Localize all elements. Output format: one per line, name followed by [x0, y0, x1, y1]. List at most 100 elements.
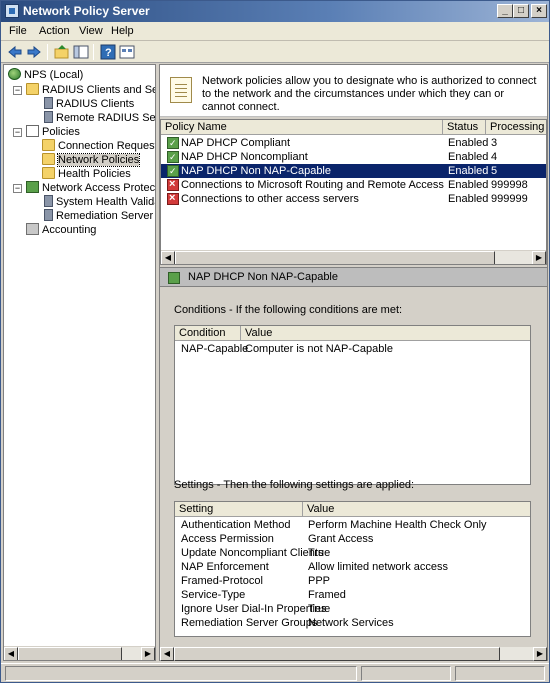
policy-row[interactable]: Connections to Microsoft Routing and Rem… — [161, 177, 546, 192]
setting-value: True — [308, 603, 331, 615]
grant-policy-icon — [167, 136, 179, 150]
column-header-value[interactable]: Value — [241, 326, 530, 341]
tree-item-label: NPS (Local) — [24, 69, 84, 81]
tree-item-radius-clients[interactable]: RADIUS Clients — [42, 97, 134, 111]
collapse-icon[interactable]: − — [13, 86, 22, 95]
menu-file[interactable]: File — [9, 25, 27, 37]
description-text: Network policies allow you to designate … — [202, 75, 537, 113]
status-panel — [361, 666, 451, 681]
tree-item-label: RADIUS Clients — [56, 98, 135, 110]
tree-item-label: RADIUS Clients and Servers — [42, 84, 155, 96]
policy-order: 3 — [491, 137, 498, 149]
show-hide-tree-icon[interactable] — [73, 44, 89, 60]
tree-item-label: System Health Validators — [56, 196, 155, 208]
tree-item-label: Remote RADIUS Server Groups — [56, 112, 156, 124]
tree-item-policies[interactable]: Policies — [26, 125, 80, 139]
server-icon — [44, 111, 53, 123]
policy-row-selected[interactable]: NAP DHCP Non NAP-Capable Enabled 5 — [161, 164, 546, 178]
policy-order: 999998 — [491, 179, 528, 191]
up-folder-icon[interactable] — [54, 44, 70, 60]
collapse-icon[interactable]: − — [13, 128, 22, 137]
tree-item-radius-clients-servers[interactable]: RADIUS Clients and Servers — [26, 83, 155, 97]
setting-name: NAP Enforcement — [181, 561, 269, 573]
policy-status: Enabled — [448, 151, 489, 163]
menu-view[interactable]: View — [79, 25, 103, 37]
deny-policy-icon — [167, 177, 179, 191]
policy-icon — [168, 272, 180, 284]
policies-list[interactable]: Policy Name Status Processing Order NAP … — [160, 119, 547, 265]
tree-item-accounting[interactable]: Accounting — [26, 223, 96, 237]
back-icon[interactable] — [7, 44, 23, 60]
column-header-status[interactable]: Status — [443, 120, 486, 135]
details-horizontal-scrollbar[interactable]: ◀ ▶ — [160, 646, 547, 661]
condition-row: NAP-Capable Computer is not NAP-Capable — [175, 342, 530, 356]
setting-value: True — [308, 547, 331, 559]
menu-help[interactable]: Help — [111, 25, 134, 37]
policy-row[interactable]: Connections to other access servers Enab… — [161, 191, 546, 206]
policy-name: NAP DHCP Non NAP-Capable — [181, 165, 331, 177]
console-tree: NPS (Local) − RADIUS Clients and Servers… — [3, 64, 156, 661]
tree-item-network-policies[interactable]: Network Policies — [42, 153, 141, 167]
collapse-icon[interactable]: − — [13, 184, 22, 193]
tree-item-label: Remediation Server Groups — [56, 210, 155, 222]
forward-icon[interactable] — [26, 44, 42, 60]
close-button[interactable]: × — [531, 4, 547, 18]
folder-icon — [26, 83, 39, 95]
menu-action[interactable]: Action — [39, 25, 70, 37]
policy-order: 4 — [491, 151, 498, 163]
scroll-right-icon[interactable]: ▶ — [533, 647, 547, 661]
tree-item-health-policies[interactable]: Health Policies — [42, 167, 131, 181]
policy-status: Enabled — [448, 179, 489, 191]
setting-row: NAP Enforcement Allow limited network acc… — [175, 560, 530, 574]
tree-item-connection-request-policies[interactable]: Connection Request Policies — [42, 139, 155, 153]
column-header-value[interactable]: Value — [303, 502, 530, 517]
condition-value: Computer is not NAP-Capable — [245, 343, 393, 355]
minimize-button[interactable]: _ — [497, 4, 513, 18]
scroll-left-icon[interactable]: ◀ — [160, 647, 174, 661]
policy-status: Enabled — [448, 193, 489, 205]
setting-row: Access Permission Grant Access — [175, 532, 530, 546]
tree-item-label: Network Access Protection — [42, 182, 156, 194]
scroll-thumb[interactable] — [174, 647, 500, 661]
tree-item-remote-radius-groups[interactable]: Remote RADIUS Server Groups — [42, 111, 156, 125]
policy-status: Enabled — [448, 165, 489, 177]
policy-name: NAP DHCP Compliant — [181, 137, 291, 149]
grant-policy-icon — [167, 164, 179, 178]
policy-row[interactable]: NAP DHCP Noncompliant Enabled 4 — [161, 150, 546, 164]
column-header-condition[interactable]: Condition — [175, 326, 241, 341]
nps-window: Network Policy Server _ □ × File Action … — [0, 0, 550, 683]
policy-name: Connections to Microsoft Routing and Rem… — [181, 179, 446, 191]
scroll-right-icon[interactable]: ▶ — [141, 647, 155, 660]
setting-row: Framed-Protocol PPP — [175, 574, 530, 588]
title-bar[interactable]: Network Policy Server _ □ × — [1, 1, 549, 22]
column-header-processing-order[interactable]: Processing Order — [486, 120, 546, 135]
column-header-setting[interactable]: Setting — [175, 502, 303, 517]
scroll-thumb[interactable] — [175, 251, 495, 264]
tree-horizontal-scrollbar[interactable]: ◀ ▶ — [4, 646, 155, 660]
accounting-icon — [26, 223, 39, 235]
column-header-policy-name[interactable]: Policy Name — [161, 120, 443, 135]
help-icon[interactable]: ? — [100, 44, 116, 60]
tree-item-remediation-server-groups[interactable]: Remediation Server Groups — [42, 209, 155, 223]
scroll-left-icon[interactable]: ◀ — [161, 251, 175, 264]
tree-item-nps-local[interactable]: NPS (Local) — [8, 68, 83, 82]
conditions-grid[interactable]: Condition Value NAP-Capable Computer is … — [174, 325, 531, 485]
description-panel: Network policies allow you to designate … — [160, 65, 547, 117]
setting-value: PPP — [308, 575, 331, 587]
tree-item-label: Network Policies — [56, 153, 141, 167]
scroll-right-icon[interactable]: ▶ — [532, 251, 546, 264]
settings-grid[interactable]: Setting Value Authentication Method Perfo… — [174, 501, 531, 637]
properties-icon[interactable] — [119, 44, 135, 60]
tree-item-system-health-validators[interactable]: System Health Validators — [42, 195, 155, 209]
policy-detail-header: NAP DHCP Non NAP-Capable — [160, 267, 547, 287]
scroll-thumb[interactable] — [18, 647, 122, 660]
status-panel — [455, 666, 545, 681]
policies-horizontal-scrollbar[interactable]: ◀ ▶ — [161, 250, 546, 264]
policy-row[interactable]: NAP DHCP Compliant Enabled 3 — [161, 136, 546, 150]
tree-item-network-access-protection[interactable]: Network Access Protection — [26, 181, 156, 195]
setting-value: Allow limited network access — [308, 561, 448, 573]
scroll-left-icon[interactable]: ◀ — [4, 647, 18, 660]
status-bar — [1, 663, 549, 682]
maximize-button[interactable]: □ — [513, 4, 529, 18]
toolbar-separator — [93, 44, 94, 60]
